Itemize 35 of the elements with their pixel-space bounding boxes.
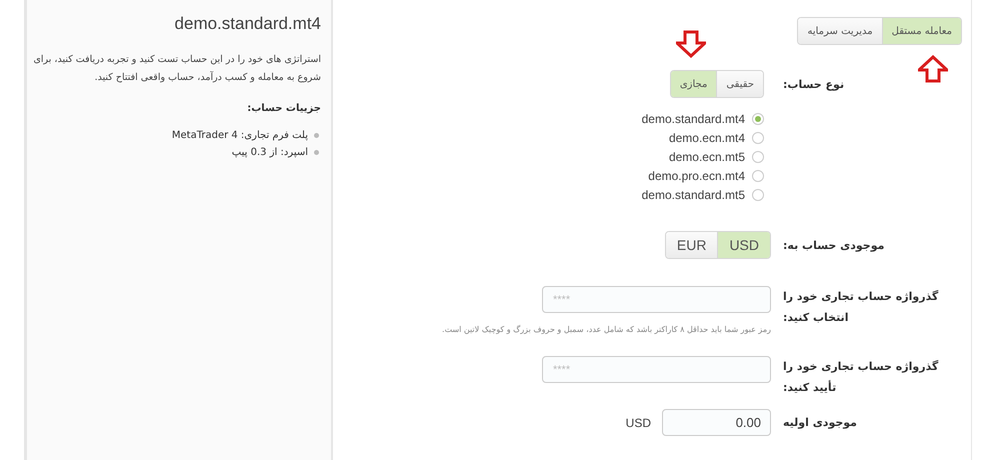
bullet-icon <box>314 150 319 155</box>
radio-button[interactable] <box>752 151 764 163</box>
radio-button[interactable] <box>752 113 764 125</box>
balance-field[interactable]: 0.00 <box>662 409 771 436</box>
detail-item: پلت فرم تجاری: MetaTrader 4 <box>172 128 308 142</box>
radio-button[interactable] <box>752 189 764 201</box>
field-label: موجودی حساب به: <box>783 238 886 254</box>
account-description: استراتژی های خود را در این حساب تست کنید و تجربه دریافت کنید، برای شروع به معامله و کسب درآمد، حساب واقعی افتتاح کنید. <box>33 52 321 84</box>
segment-option[interactable]: USD <box>718 232 770 258</box>
account-option-label: demo.standard.mt4 <box>642 111 745 127</box>
password-field[interactable]: **** <box>542 286 771 313</box>
segment-option[interactable]: مجازی <box>670 71 718 97</box>
field-label: گذرواژه حساب تجاری خود را تأیید کنید: <box>783 359 940 396</box>
password-hint: رمز عبور شما باید حداقل ۸ کاراکتر باشد که شامل عدد، سمبل و حروف بزرگ و کوچیک لاتین است. <box>442 324 771 336</box>
password-field[interactable]: **** <box>542 356 771 383</box>
account-title: demo.standard.mt4 <box>174 13 321 35</box>
currency-unit: USD <box>626 414 651 432</box>
segment-option[interactable]: حقیقی <box>717 71 763 97</box>
radio-button[interactable] <box>752 170 764 182</box>
segment-option[interactable]: معامله مستقل <box>882 18 961 44</box>
detail-item: اسپرد: از 0.3 پیپ <box>232 146 308 160</box>
field-label: نوع حساب: <box>783 76 846 93</box>
field-label: موجودی اولیه <box>783 415 858 431</box>
down-arrow-icon <box>676 30 706 58</box>
radio-button[interactable] <box>752 132 764 144</box>
up-arrow-icon <box>918 55 948 83</box>
segment-option[interactable]: مدیریت سرمایه <box>798 18 883 44</box>
bullet-icon <box>314 133 319 138</box>
account-option-label: demo.pro.ecn.mt4 <box>648 168 745 184</box>
account-option-label: demo.standard.mt5 <box>642 187 745 203</box>
details-heading: جزییات حساب: <box>247 102 321 116</box>
field-label: گذرواژه حساب تجاری خود را انتخاب کنید: <box>783 289 940 326</box>
account-option-label: demo.ecn.mt5 <box>668 149 745 165</box>
segment-option[interactable]: EUR <box>666 232 718 258</box>
account-option-label: demo.ecn.mt4 <box>668 130 745 146</box>
